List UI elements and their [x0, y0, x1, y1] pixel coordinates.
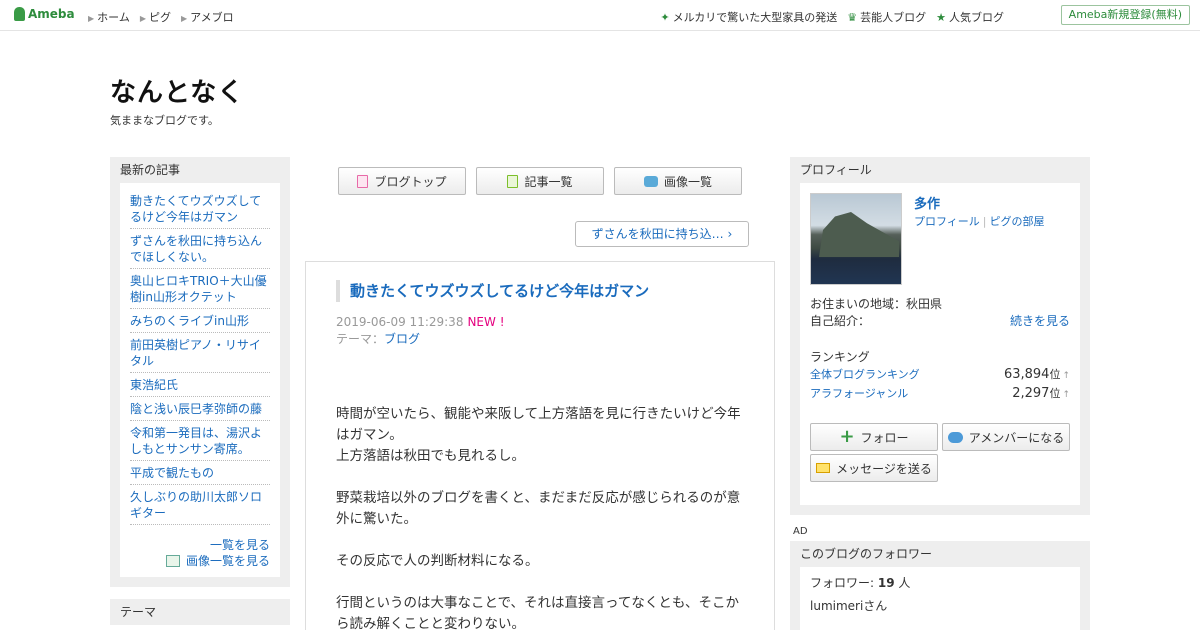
profile-box: プロフィール 多作 プロフィール | ピグの部屋 お住まいの地域：秋田県 自己紹介：…	[790, 157, 1090, 515]
plus-icon: +	[839, 426, 855, 447]
profile-name[interactable]: 多作	[914, 193, 940, 212]
article-paragraph: 野菜栽培以外のブログを書くと、まだまだ反応が感じられるのが意外に驚いた。	[336, 490, 741, 527]
header-link-celebrity[interactable]: ♛ 芸能人ブログ	[847, 9, 926, 25]
global-nav: ▶ ホーム ▶ ピグ ▶ アメブロ	[88, 9, 234, 25]
arrow-up-icon: ↑	[1062, 371, 1070, 381]
nav-ameblo[interactable]: ▶ アメブロ	[181, 9, 234, 25]
followers-heading: このブログのフォロワー	[800, 547, 933, 561]
follow-button[interactable]: + フォロー	[810, 423, 938, 451]
followers-content: フォロワー: 19 人 lumimeriさん	[800, 567, 1080, 630]
pages-icon	[507, 174, 519, 188]
frog-logo-icon	[14, 7, 25, 21]
ranking-heading: ランキング	[810, 350, 870, 364]
header-link-popular[interactable]: ★ 人気ブログ	[936, 9, 1004, 25]
amember-button[interactable]: アメンバーになる	[942, 423, 1070, 451]
ranking-overall-link[interactable]: 全体ブログランキング	[810, 366, 920, 382]
recent-article-link[interactable]: 令和第一発目は、湯沢よしもとサンサン寄席。	[130, 421, 270, 461]
camera-icon	[643, 175, 658, 187]
article-body: 時間が空いたら、観能や来阪して上方落語を見に行きたいけど今年はガマン。 上方落語は…	[336, 404, 746, 630]
avatar[interactable]	[810, 193, 902, 285]
ranking-row: アラフォージャンル 2,297位 ↑	[810, 385, 1070, 401]
article-paragraph: 行間というのは大事なことで、それは直接言ってなくとも、そこから読み解くことと変わ…	[336, 595, 739, 630]
register-button[interactable]: Ameba新規登録(無料)	[1060, 5, 1190, 25]
theme-heading: テーマ	[110, 599, 290, 625]
nav-pigg[interactable]: ▶ ピグ	[140, 9, 171, 25]
document-icon	[357, 174, 369, 188]
speech-bubble-icon	[947, 431, 963, 443]
article-title[interactable]: 動きたくてウズウズしてるけど今年はガマン	[336, 280, 649, 302]
nav-home[interactable]: ▶ ホーム	[88, 9, 130, 25]
blog-top-button[interactable]: ブログトップ	[338, 167, 466, 195]
triangle-right-icon: ▶	[88, 14, 95, 23]
recent-more: 一覧を見る 画像一覧を見る	[130, 525, 270, 569]
envelope-icon	[816, 463, 831, 473]
logo-text: Ameba	[28, 7, 75, 21]
recent-articles-box: 最新の記事 動きたくてウズウズしてるけど今年はガマン ずさんを秋田に持ち込んでほ…	[110, 157, 290, 587]
ranking-genre-link[interactable]: アラフォージャンル	[810, 385, 908, 401]
header-link-mercari[interactable]: ✦ メルカリで驚いた大型家具の発送	[660, 9, 837, 25]
ranking-value: 2,297	[1012, 386, 1050, 401]
article-paragraph: 時間が空いたら、観能や来阪して上方落語を見に行きたいけど今年はガマン。 上方落語は…	[336, 406, 741, 464]
recent-article-link[interactable]: 前田英樹ピアノ・リサイタル	[130, 333, 270, 373]
ameba-logo[interactable]: Ameba	[14, 7, 75, 21]
recent-articles-heading: 最新の記事	[120, 163, 181, 177]
read-more-link[interactable]: 続きを見る	[1010, 312, 1070, 329]
message-button[interactable]: メッセージを送る	[810, 454, 938, 482]
triangle-right-icon: ▶	[139, 14, 146, 23]
image-gallery-icon	[165, 555, 180, 567]
pigg-room-link[interactable]: ピグの部屋	[990, 215, 1045, 228]
theme-label: テーマ：	[336, 332, 385, 346]
article-date: 2019-06-09 11:29:38	[336, 315, 464, 329]
chevron-right-icon: ›	[727, 227, 733, 241]
list-all-link[interactable]: 一覧を見る	[210, 538, 270, 552]
blog-nav-buttons: ブログトップ 記事一覧 画像一覧	[338, 167, 742, 195]
article-paragraph: その反応で人の判断材料になる。	[336, 553, 539, 569]
header-links: ✦ メルカリで驚いた大型家具の発送 ♛ 芸能人ブログ ★ 人気ブログ	[660, 9, 1004, 25]
left-sidebar: 最新の記事 動きたくてウズウズしてるけど今年はガマン ずさんを秋田に持ち込んでほ…	[110, 157, 290, 587]
image-list-button[interactable]: 画像一覧	[614, 167, 742, 195]
article-list-button[interactable]: 記事一覧	[476, 167, 604, 195]
sparkle-icon: ✦	[660, 11, 670, 24]
crown-icon: ♛	[847, 11, 858, 24]
recent-article-link[interactable]: 久しぶりの助川太郎ソロギター	[130, 485, 270, 525]
triangle-right-icon: ▶	[180, 14, 188, 23]
profile-link[interactable]: プロフィール	[914, 215, 980, 228]
recent-article-link[interactable]: 陰と浅い辰巳孝弥師の藤	[130, 397, 270, 421]
ranking-value: 63,894	[1003, 367, 1050, 382]
follower-name[interactable]: lumimeriさん	[810, 598, 1070, 615]
recent-article-link[interactable]: 東浩紀氏	[130, 373, 270, 397]
ad-label: AD	[793, 526, 808, 537]
profile-heading: プロフィール	[800, 163, 872, 177]
recent-articles-list: 動きたくてウズウズしてるけど今年はガマン ずさんを秋田に持ち込んでほしくない。 …	[120, 183, 280, 577]
right-sidebar: プロフィール 多作 プロフィール | ピグの部屋 お住まいの地域：秋田県 自己紹介：…	[790, 157, 1090, 515]
profile-links: プロフィール | ピグの部屋	[914, 215, 1045, 228]
profile-self-intro: 自己紹介：	[810, 314, 871, 328]
recent-article-link[interactable]: 奥山ヒロキTRIO＋大山優樹in山形オクテット	[130, 269, 270, 309]
previous-article-button[interactable]: ずさんを秋田に持ち込… ›	[575, 221, 749, 247]
follower-count: フォロワー: 19 人	[810, 576, 911, 590]
article-theme-link[interactable]: ブログ	[384, 332, 420, 346]
recent-article-link[interactable]: 平成で観たもの	[130, 461, 270, 485]
blog-title[interactable]: なんとなく	[110, 72, 244, 109]
ranking-row: 全体ブログランキング 63,894位 ↑	[810, 366, 1070, 382]
star-icon: ★	[936, 11, 946, 24]
profile-location: お住まいの地域：秋田県	[810, 297, 943, 311]
profile-content: 多作 プロフィール | ピグの部屋 お住まいの地域：秋田県 自己紹介： 続きを見る …	[800, 183, 1080, 505]
blog-description: 気ままなブログです。	[110, 114, 219, 127]
recent-article-link[interactable]: ずさんを秋田に持ち込んでほしくない。	[130, 229, 270, 269]
arrow-up-icon: ↑	[1062, 390, 1070, 400]
article-meta: 2019-06-09 11:29:38 NEW ! テーマ：ブログ	[336, 314, 505, 348]
followers-box: このブログのフォロワー フォロワー: 19 人 lumimeriさん	[790, 541, 1090, 630]
recent-article-link[interactable]: みちのくライブin山形	[130, 309, 270, 333]
global-header: Ameba ▶ ホーム ▶ ピグ ▶ アメブロ ✦ メルカリで驚いた大型家具の発送 ♛ 芸…	[0, 0, 1200, 31]
image-list-link[interactable]: 画像一覧を見る	[186, 554, 270, 568]
article: 動きたくてウズウズしてるけど今年はガマン 2019-06-09 11:29:38…	[305, 261, 775, 630]
recent-article-link[interactable]: 動きたくてウズウズしてるけど今年はガマン	[130, 189, 270, 229]
new-badge: NEW !	[467, 315, 505, 329]
